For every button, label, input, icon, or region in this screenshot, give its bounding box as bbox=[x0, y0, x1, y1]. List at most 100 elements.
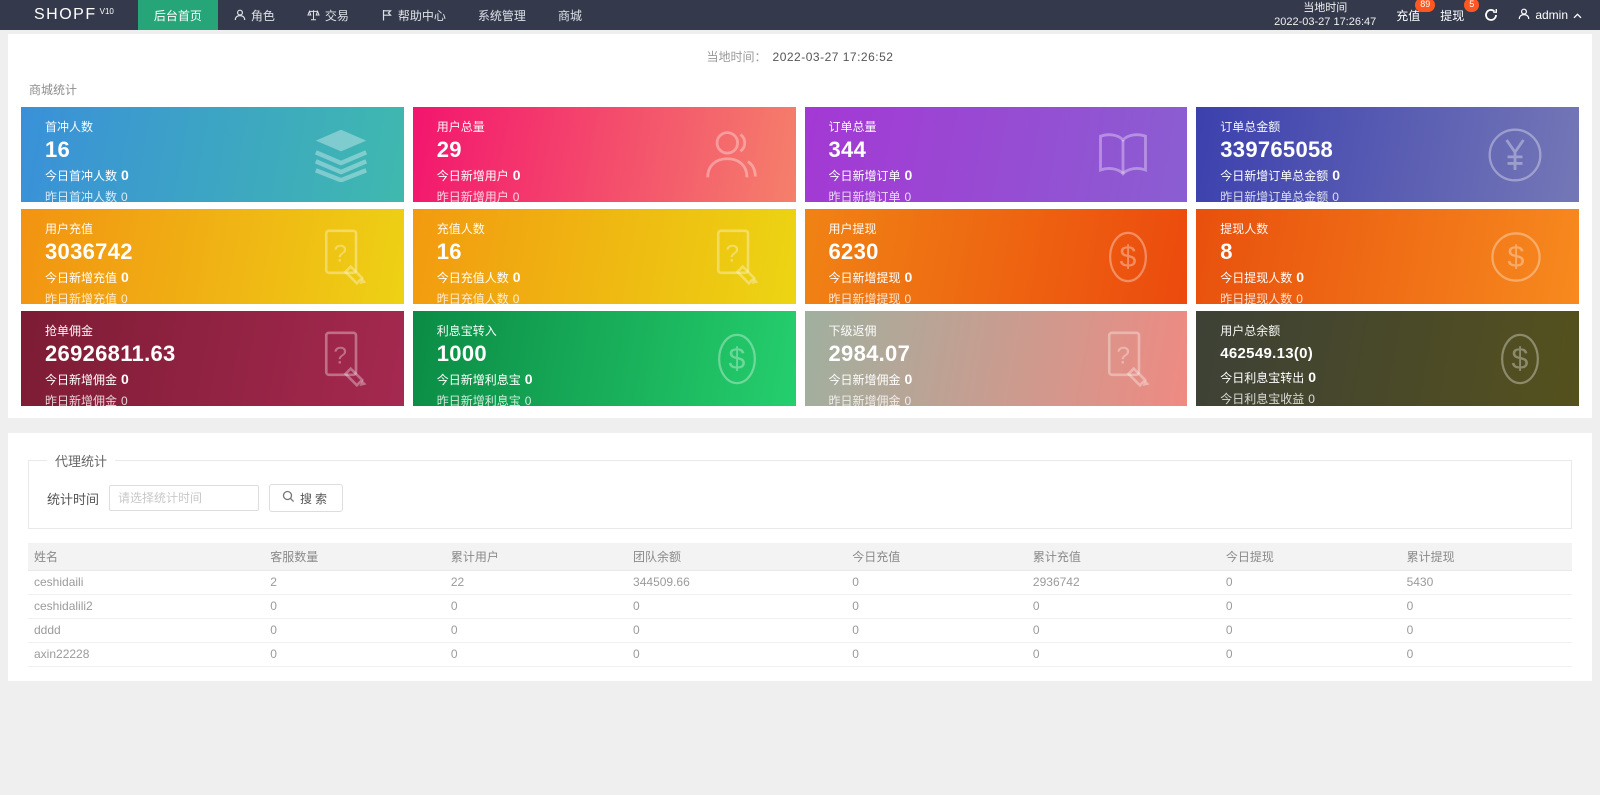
stat-card: 用户总量 29 今日新增用户 0 昨日新增用户 0 bbox=[412, 107, 796, 202]
nav-item-label: 角色 bbox=[250, 8, 275, 23]
stat-card: 抢单佣金 26926811.63 今日新增佣金 0 昨日新增佣金 0 ? bbox=[21, 311, 404, 406]
agent-table-header-row: 姓名 客服数量 累计用户 团队余额 今日充值 累计充值 今日提现 累计提现 bbox=[28, 543, 1572, 571]
nav-item-2[interactable]: 交易 bbox=[291, 0, 365, 30]
table-cell: 2 bbox=[264, 570, 445, 595]
stat-card: 提现人数 8 今日提现人数 0 昨日提现人数 0 $ bbox=[1196, 209, 1579, 304]
stat-card: 用户充值 3036742 今日新增充值 0 昨日新增充值 0 ? bbox=[21, 209, 404, 304]
admin-menu[interactable]: admin bbox=[1518, 8, 1582, 23]
table-cell: 344509.66 bbox=[627, 570, 847, 595]
svg-text:$: $ bbox=[1507, 238, 1524, 273]
person-icon bbox=[1518, 8, 1530, 23]
mall-stats-panel: 当地时间： 2022-03-27 17:26:52 商城统计 首冲人数 16 今日… bbox=[8, 34, 1592, 418]
stat-card: 订单总金额 339765058 今日新增订单总金额 0 昨日新增订单总金额 0 bbox=[1196, 107, 1579, 202]
logo-version: V10 bbox=[99, 6, 114, 16]
nav-item-label: 商城 bbox=[557, 8, 582, 23]
table-cell: 0 bbox=[1400, 618, 1572, 643]
table-cell: 0 bbox=[627, 594, 847, 619]
table-cell: 2936742 bbox=[1026, 570, 1220, 595]
stat-cards-grid: 首冲人数 16 今日首冲人数 0 昨日首冲人数 0 用户总量 29 今日新增用户 0 … bbox=[8, 107, 1592, 406]
table-cell: 0 bbox=[846, 594, 1027, 619]
filter-row: 统计时间 搜索 bbox=[41, 484, 1559, 512]
agent-stats-panel: 代理统计 统计时间 搜索 姓名客服数量累计用户团队余额今日充值累计充值今日提现累… bbox=[8, 433, 1592, 681]
book-icon bbox=[1093, 130, 1153, 180]
svg-text:?: ? bbox=[333, 240, 347, 267]
page-time-value: 2022-03-27 17:26:52 bbox=[772, 50, 894, 64]
svg-text:?: ? bbox=[333, 342, 347, 369]
svg-text:?: ? bbox=[1117, 342, 1131, 369]
table-cell: 0 bbox=[1219, 642, 1401, 667]
table-header-cell: 累计用户 bbox=[444, 543, 628, 571]
stat-card: 首冲人数 16 今日首冲人数 0 昨日首冲人数 0 bbox=[21, 107, 404, 202]
recharge-label: 充值 bbox=[1396, 8, 1421, 23]
table-header-cell: 团队余额 bbox=[627, 543, 847, 571]
dollar-oval-icon: $ bbox=[1103, 227, 1153, 287]
table-cell: 0 bbox=[1026, 642, 1220, 667]
table-row: dddd 0 0 0 0 0 0 0 bbox=[28, 618, 1572, 643]
table-cell: dddd bbox=[28, 618, 265, 643]
stat-card-yesterday-line: 昨日新增提现 0 bbox=[828, 292, 912, 304]
stat-card-yesterday-line: 昨日新增订单 0 bbox=[828, 190, 912, 202]
table-row: ceshidalili2 0 0 0 0 0 0 0 bbox=[28, 594, 1572, 619]
nav-item-label: 交易 bbox=[324, 8, 349, 23]
table-cell: axin22228 bbox=[28, 642, 265, 667]
stat-card: 订单总量 344 今日新增订单 0 昨日新增订单 0 bbox=[804, 107, 1188, 202]
search-button[interactable]: 搜索 bbox=[269, 484, 344, 512]
nav-item-3[interactable]: 帮助中心 bbox=[365, 0, 462, 30]
nav-item-1[interactable]: 角色 bbox=[218, 0, 291, 30]
withdraw-badge: 5 bbox=[1464, 0, 1480, 12]
stat-card-yesterday-line: 昨日新增充值 0 bbox=[45, 292, 128, 304]
logo-text: SHOPF bbox=[34, 6, 97, 23]
table-header-cell: 姓名 bbox=[28, 543, 265, 571]
agent-stats-legend: 代理统计 bbox=[55, 454, 108, 469]
chevron-up-icon bbox=[1573, 8, 1582, 22]
table-cell: 0 bbox=[627, 642, 847, 667]
stat-card-yesterday-line: 昨日首冲人数 0 bbox=[45, 190, 128, 202]
table-cell: 0 bbox=[846, 618, 1027, 643]
table-cell: ceshidalili2 bbox=[28, 594, 265, 619]
table-cell: 0 bbox=[444, 594, 628, 619]
stat-card-yesterday-line: 昨日新增佣金 0 bbox=[828, 394, 912, 406]
svg-text:$: $ bbox=[1120, 240, 1137, 273]
dollar-oval-icon: $ bbox=[712, 329, 762, 389]
table-cell: 5430 bbox=[1400, 570, 1572, 595]
dollar-circle-icon: $ bbox=[1487, 228, 1545, 286]
table-header-cell: 累计充值 bbox=[1026, 543, 1220, 571]
stat-time-input[interactable] bbox=[109, 485, 260, 511]
filter-label: 统计时间 bbox=[47, 491, 100, 507]
nav-item-label: 系统管理 bbox=[477, 8, 526, 23]
doc-question-icon: ? bbox=[1097, 329, 1153, 389]
nav-item-5[interactable]: 商城 bbox=[542, 0, 598, 30]
nav-item-label: 帮助中心 bbox=[397, 8, 446, 23]
nav-item-0[interactable]: 后台首页 bbox=[137, 0, 218, 30]
doc-question-icon: ? bbox=[314, 227, 370, 287]
app-logo: SHOPF V10 bbox=[0, 0, 138, 30]
local-time-label: 当地时间 bbox=[1303, 1, 1348, 14]
recharge-link[interactable]: 充值 89 bbox=[1396, 0, 1436, 24]
nav-item-4[interactable]: 系统管理 bbox=[462, 0, 542, 30]
navbar: SHOPF V10 后台首页 角色 交易 帮助中心 系统管理 商城 当地时间 20… bbox=[0, 0, 1600, 30]
admin-username: admin bbox=[1535, 8, 1568, 22]
withdraw-link[interactable]: 提现 5 bbox=[1440, 0, 1480, 24]
stat-card-yesterday-line: 昨日充值人数 0 bbox=[436, 292, 520, 304]
search-button-label: 搜索 bbox=[300, 491, 331, 506]
stat-card: 充值人数 16 今日充值人数 0 昨日充值人数 0 ? bbox=[412, 209, 796, 304]
table-header-cell: 今日提现 bbox=[1219, 543, 1401, 571]
stat-card: 用户提现 6230 今日新增提现 0 昨日新增提现 0 $ bbox=[804, 209, 1188, 304]
stat-card-yesterday-line: 昨日提现人数 0 bbox=[1220, 292, 1303, 304]
table-header-cell: 累计提现 bbox=[1400, 543, 1572, 571]
section-title: 商城统计 bbox=[29, 83, 78, 97]
dollar-oval-icon: $ bbox=[1495, 329, 1545, 389]
nav-menu: 后台首页 角色 交易 帮助中心 系统管理 商城 bbox=[137, 0, 598, 30]
svg-text:$: $ bbox=[728, 342, 745, 375]
table-cell: 0 bbox=[1400, 594, 1572, 619]
table-row: ceshidaili 2 22 344509.66 0 2936742 0 5430 bbox=[28, 570, 1572, 595]
layers-icon bbox=[312, 128, 370, 182]
stat-card-yesterday-line: 昨日新增利息宝 0 bbox=[436, 394, 532, 406]
doc-question-icon: ? bbox=[706, 227, 762, 287]
stat-card: 利息宝转入 1000 今日新增利息宝 0 昨日新增利息宝 0 $ bbox=[412, 311, 796, 406]
table-cell: 0 bbox=[1026, 618, 1220, 643]
users-icon bbox=[702, 127, 762, 183]
table-cell: ceshidaili bbox=[28, 570, 265, 595]
refresh-icon[interactable] bbox=[1484, 8, 1498, 22]
stat-card-yesterday-line: 昨日新增佣金 0 bbox=[45, 394, 128, 406]
